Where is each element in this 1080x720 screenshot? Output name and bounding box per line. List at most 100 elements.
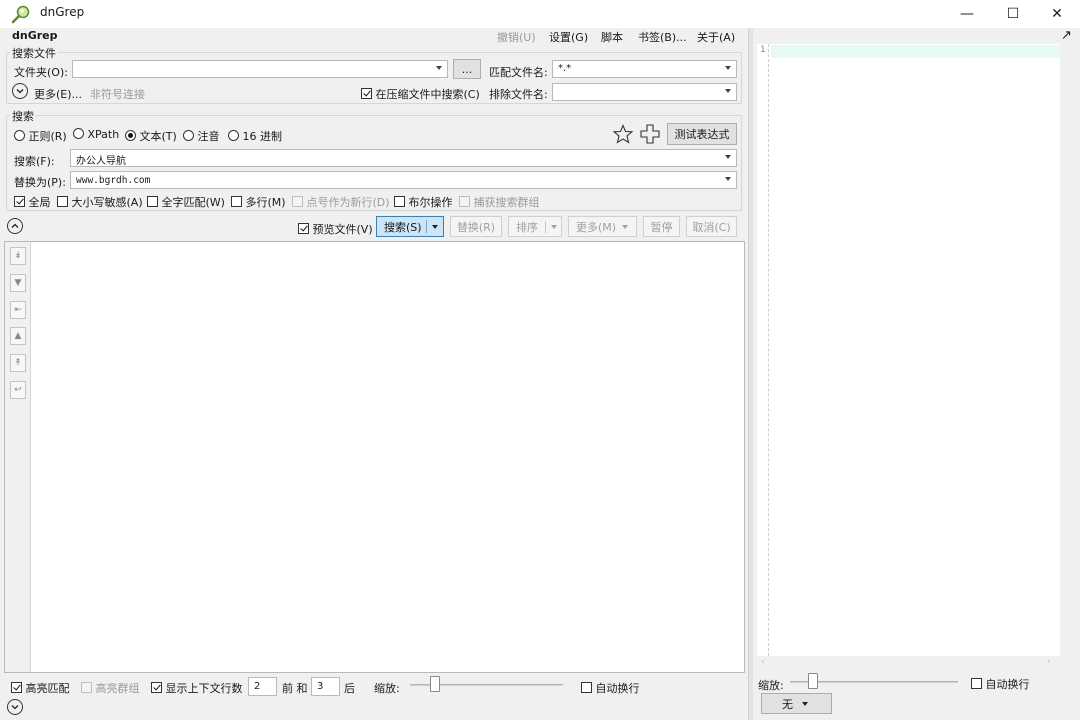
mode-phonetic-radio[interactable]: [183, 130, 194, 141]
chevron-down-icon: [725, 89, 731, 93]
next-file-icon[interactable]: ▼: [10, 274, 26, 292]
option-case-sensitive-checkbox[interactable]: [57, 196, 68, 207]
option-boolean[interactable]: 布尔操作: [394, 194, 453, 210]
results-toolbar: ↡ ▼ ⇤ ▲ ↟ ↩: [5, 242, 31, 672]
folder-label: 文件夹(O):: [14, 66, 68, 79]
show-context-checkbox[interactable]: [151, 682, 162, 693]
preview-horizontal-scrollbar[interactable]: ‹ ›: [757, 656, 1060, 670]
sort-button[interactable]: 排序: [508, 216, 562, 237]
mode-regex[interactable]: 正则(R): [14, 128, 67, 144]
exclude-files-combo[interactable]: [552, 83, 737, 101]
match-files-combo[interactable]: *.*: [552, 60, 737, 78]
expand-preview-icon[interactable]: ↗: [1061, 29, 1075, 43]
context-before-input[interactable]: 2: [248, 677, 277, 696]
replace-with-value: www.bgrdh.com: [76, 175, 151, 186]
option-whole-word-label: 全字匹配(W): [161, 196, 225, 209]
context-after-input[interactable]: 3: [311, 677, 340, 696]
highlight-matches-option[interactable]: 高亮匹配: [11, 680, 70, 696]
bookmark-star-icon[interactable]: [612, 124, 634, 144]
mode-hex[interactable]: 16 进制: [228, 128, 282, 144]
menu-settings[interactable]: 设置(G): [549, 29, 588, 45]
mode-text[interactable]: 文本(T): [125, 128, 177, 144]
syntax-selector-button[interactable]: 无: [761, 693, 832, 714]
scroll-right-icon[interactable]: ›: [1047, 657, 1051, 667]
folder-combo[interactable]: [72, 60, 448, 78]
replace-with-combo[interactable]: www.bgrdh.com: [70, 171, 737, 189]
show-context-option[interactable]: 显示上下文行数: [151, 680, 243, 696]
mode-hex-radio[interactable]: [228, 130, 239, 141]
results-wrap-checkbox[interactable]: [581, 682, 592, 693]
collapse-options-button[interactable]: [7, 218, 23, 234]
highlight-groups-checkbox: [81, 682, 92, 693]
cancel-button[interactable]: 取消(C): [686, 216, 737, 237]
menu-about[interactable]: 关于(A): [697, 29, 735, 45]
menu-script[interactable]: 脚本: [601, 29, 623, 45]
scroll-left-icon[interactable]: ‹: [761, 657, 765, 667]
results-tree[interactable]: ↡ ▼ ⇤ ▲ ↟ ↩: [4, 241, 745, 673]
option-multiline-label: 多行(M): [245, 196, 286, 209]
results-wrap-option[interactable]: 自动换行: [581, 680, 640, 696]
archives-checkbox[interactable]: [361, 88, 372, 99]
match-files-label: 匹配文件名:: [489, 66, 548, 79]
menu-bookmarks[interactable]: 书签(B)...: [638, 29, 687, 45]
option-whole-word[interactable]: 全字匹配(W): [147, 194, 225, 210]
go-back-icon[interactable]: ↩: [10, 381, 26, 399]
highlight-matches-label: 高亮匹配: [25, 682, 70, 695]
highlight-groups-option: 高亮群组: [81, 680, 140, 696]
expand-more-button[interactable]: [12, 83, 28, 99]
option-global[interactable]: 全局: [14, 194, 51, 210]
next-match-icon[interactable]: ⇤: [10, 301, 26, 319]
expand-all-icon[interactable]: ↡: [10, 247, 26, 265]
close-button[interactable]: ✕: [1034, 0, 1080, 28]
option-multiline-checkbox[interactable]: [231, 196, 242, 207]
test-expression-button[interactable]: 测试表达式: [667, 123, 737, 145]
collapse-all-icon[interactable]: ↟: [10, 354, 26, 372]
results-zoom-thumb[interactable]: [430, 676, 440, 692]
search-for-combo[interactable]: 办公人导航: [70, 149, 737, 167]
preview-zoom-thumb[interactable]: [808, 673, 818, 689]
more-actions-button[interactable]: 更多(M): [568, 216, 637, 237]
preview-file-option[interactable]: 预览文件(V): [298, 221, 373, 237]
preview-editor[interactable]: [757, 44, 1060, 656]
chevron-down-icon: [725, 155, 731, 159]
preview-wrap-option[interactable]: 自动换行: [971, 676, 1030, 692]
mode-regex-radio[interactable]: [14, 130, 25, 141]
search-button[interactable]: 搜索(S): [376, 216, 444, 237]
archives-option[interactable]: 在压缩文件中搜索(C): [361, 86, 480, 102]
mode-xpath-radio[interactable]: [73, 128, 84, 139]
mode-text-radio[interactable]: [125, 130, 136, 141]
option-boolean-checkbox[interactable]: [394, 196, 405, 207]
line-number: 1: [760, 45, 766, 55]
replace-button[interactable]: 替换(R): [450, 216, 502, 237]
add-bookmark-icon[interactable]: [639, 124, 661, 144]
gutter-divider: [768, 44, 769, 656]
preview-file-checkbox[interactable]: [298, 223, 309, 234]
minimize-button[interactable]: —: [944, 0, 990, 28]
prev-file-icon[interactable]: ▲: [10, 327, 26, 345]
chevron-down-icon[interactable]: [432, 225, 438, 229]
option-dot-newline-label: 点号作为新行(D): [306, 196, 390, 209]
split-divider: [545, 221, 546, 233]
expand-bottom-button[interactable]: [7, 699, 23, 715]
highlight-matches-checkbox[interactable]: [11, 682, 22, 693]
option-global-checkbox[interactable]: [14, 196, 25, 207]
app-logo-icon: [10, 4, 32, 24]
chevron-down-icon: [802, 702, 808, 706]
browse-folder-button[interactable]: ...: [453, 59, 481, 79]
chevron-up-icon: [11, 223, 19, 228]
mode-xpath[interactable]: XPath: [73, 128, 119, 141]
option-case-sensitive[interactable]: 大小写敏感(A): [57, 194, 143, 210]
context-after-label: 后: [344, 682, 355, 695]
preview-wrap-checkbox[interactable]: [971, 678, 982, 689]
menu-undo[interactable]: 撤销(U): [497, 29, 536, 45]
chevron-down-icon[interactable]: [551, 225, 557, 229]
pause-button[interactable]: 暂停: [643, 216, 680, 237]
maximize-button[interactable]: ☐: [990, 0, 1036, 28]
option-multiline[interactable]: 多行(M): [231, 194, 286, 210]
search-files-group-label: 搜索文件: [10, 45, 58, 61]
more-options-link[interactable]: 更多(E)...: [34, 86, 82, 102]
option-whole-word-checkbox[interactable]: [147, 196, 158, 207]
mode-phonetic[interactable]: 注音: [183, 128, 220, 144]
mode-xpath-label: XPath: [87, 128, 120, 141]
preview-vertical-scrollbar[interactable]: [1060, 44, 1077, 656]
